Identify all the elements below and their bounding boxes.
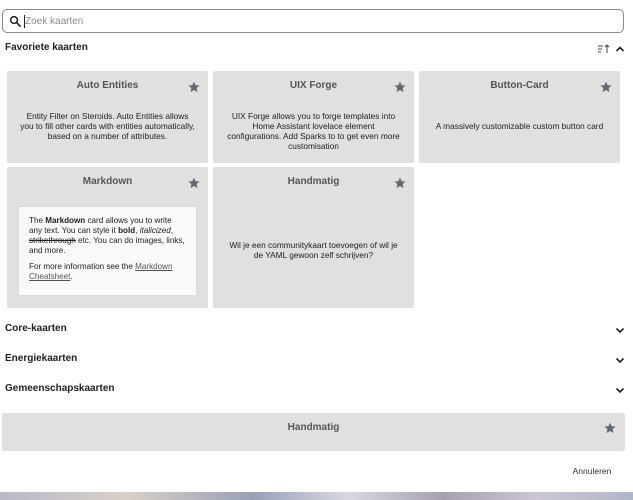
star-icon[interactable]: [604, 422, 616, 434]
chevron-down-icon[interactable]: [615, 385, 625, 395]
card-title: Markdown: [82, 176, 133, 187]
chevron-down-icon[interactable]: [615, 325, 625, 335]
card-title: Button-Card: [490, 80, 549, 91]
search-input[interactable]: [25, 12, 605, 30]
section-label: Core-kaarten: [5, 323, 67, 334]
search-icon: [9, 15, 21, 27]
chevron-down-icon[interactable]: [615, 355, 625, 365]
markdown-paragraph: For more information see the Markdown Ch…: [29, 262, 173, 281]
card-button-card[interactable]: Button-Card A massively customizable cus…: [419, 71, 620, 163]
card-markdown[interactable]: Markdown The Markdown card allows you to…: [7, 167, 208, 308]
blurred-backdrop: [0, 492, 633, 500]
sort-icon[interactable]: [597, 42, 611, 56]
card-handmatig[interactable]: Handmatig Wil je een communitykaart toev…: [213, 167, 414, 308]
markdown-paragraph: The Markdown card allows you to write an…: [29, 216, 185, 255]
card-title: Auto Entities: [76, 80, 139, 91]
search-field[interactable]: [2, 9, 624, 33]
card-handmatig-bottom[interactable]: Handmatig: [2, 413, 625, 451]
chevron-up-icon[interactable]: [615, 44, 625, 54]
card-picker-dialog: Favoriete kaarten Auto Entities Entity F…: [0, 0, 633, 492]
card-uix-forge[interactable]: UIX Forge UIX Forge allows you to forge …: [213, 71, 414, 163]
star-icon[interactable]: [188, 177, 200, 189]
star-icon[interactable]: [394, 177, 406, 189]
card-description: Wil je een communitykaart toevoegen of w…: [229, 240, 398, 260]
markdown-preview: The Markdown card allows you to write an…: [19, 207, 196, 295]
star-icon[interactable]: [188, 81, 200, 93]
star-icon[interactable]: [394, 81, 406, 93]
section-energy-cards[interactable]: Energiekaarten: [0, 349, 633, 371]
star-icon[interactable]: [600, 81, 612, 93]
section-community-cards[interactable]: Gemeenschapskaarten: [0, 379, 633, 401]
card-description: UIX Forge allows you to forge templates …: [227, 111, 400, 151]
favorites-heading: Favoriete kaarten: [5, 42, 88, 53]
favorites-section-header[interactable]: Favoriete kaarten: [0, 38, 633, 60]
card-title: Handmatig: [287, 422, 340, 433]
card-title: Handmatig: [287, 176, 340, 187]
section-core-cards[interactable]: Core-kaarten: [0, 319, 633, 341]
card-description: A massively customizable custom button c…: [435, 121, 604, 131]
card-title: UIX Forge: [289, 80, 338, 91]
card-description: Entity Filter on Steroids. Auto Entities…: [20, 111, 195, 141]
section-label: Gemeenschapskaarten: [5, 383, 115, 394]
cancel-button[interactable]: Annuleren: [566, 463, 618, 479]
section-label: Energiekaarten: [5, 353, 78, 364]
card-auto-entities[interactable]: Auto Entities Entity Filter on Steroids.…: [7, 71, 208, 163]
